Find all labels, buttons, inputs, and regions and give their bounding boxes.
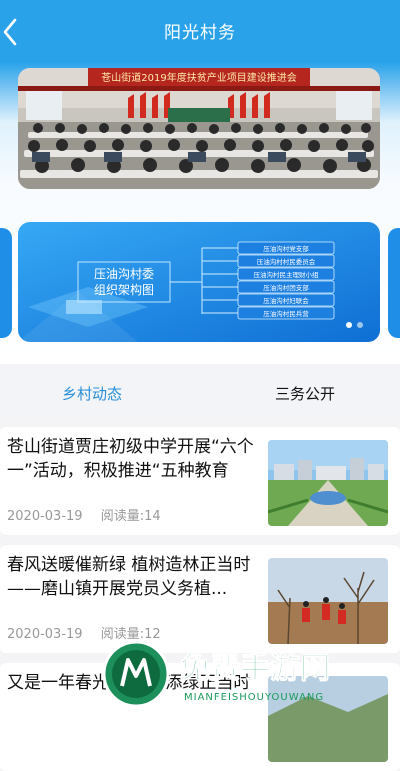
news-read-count: 阅读量:14 bbox=[100, 509, 161, 524]
news-thumbnail bbox=[268, 440, 388, 526]
org-chart-title-line2: 组织架构图 bbox=[94, 282, 154, 297]
news-title: 苍山街道贾庄初级中学开展“六个一”活动，积极推进“五种教育 bbox=[7, 437, 254, 481]
carousel-dot-active[interactable] bbox=[346, 322, 352, 328]
tab-three-affairs[interactable]: 三务公开 bbox=[275, 383, 335, 404]
org-branch-label: 压油沟村党支部 bbox=[263, 244, 309, 253]
meeting-photo: 苍山街道2019年度扶贫产业项目建设推进会 bbox=[18, 68, 380, 189]
tab-village-news[interactable]: 乡村动态 bbox=[62, 383, 122, 404]
carousel-dot[interactable] bbox=[357, 322, 363, 328]
watermark-subtext: MIANFEISHOUYOUWANG bbox=[184, 692, 324, 703]
carousel-prev-peek[interactable] bbox=[0, 228, 12, 338]
news-meta: 2020-03-19 阅读量:14 bbox=[7, 505, 161, 524]
watermark: 免费手游网 MIANFEISHOUYOUWANG bbox=[100, 638, 400, 711]
org-branch-label: 压油沟村团支部 bbox=[263, 283, 309, 292]
org-chart-graphic: 压油沟村委 组织架构图 压油沟村党支部 压油沟村村民委员会 压油沟村民主理财小组… bbox=[18, 222, 380, 342]
tab-bar: 乡村动态 三务公开 bbox=[0, 366, 400, 418]
news-date: 2020-03-19 bbox=[7, 627, 83, 642]
meeting-banner-text: 苍山街道2019年度扶贫产业项目建设推进会 bbox=[101, 71, 296, 84]
page-title: 阳光村务 bbox=[164, 23, 236, 43]
org-chart-card[interactable]: 压油沟村委 组织架构图 压油沟村党支部 压油沟村村民委员会 压油沟村民主理财小组… bbox=[18, 222, 380, 342]
city-square-photo-icon bbox=[268, 440, 388, 526]
news-list-item[interactable]: 春风送暖催新绿 植树造林正当时——磨山镇开展党员义务植... 2020-03-1… bbox=[0, 545, 400, 653]
news-date: 2020-03-19 bbox=[7, 509, 83, 524]
org-chart-title-line1: 压油沟村委 bbox=[94, 267, 154, 281]
news-title: 春风送暖催新绿 植树造林正当时——磨山镇开展党员义务植... bbox=[7, 555, 251, 599]
org-branch-label: 压油沟村妇联会 bbox=[263, 296, 309, 305]
app-header: 阳光村务 bbox=[0, 0, 400, 62]
watermark-logo-icon: 免费手游网 MIANFEISHOUYOUWANG bbox=[102, 640, 331, 708]
tree-planting-photo-icon bbox=[268, 558, 388, 644]
news-thumbnail bbox=[268, 558, 388, 644]
org-branch-label: 压油沟村民主理财小组 bbox=[254, 270, 320, 279]
news-list-item[interactable]: 苍山街道贾庄初级中学开展“六个一”活动，积极推进“五种教育 2020-03-19… bbox=[0, 427, 400, 535]
watermark-text: 免费手游网 bbox=[180, 651, 330, 686]
meeting-photo-card[interactable]: 苍山街道2019年度扶贫产业项目建设推进会 bbox=[18, 68, 380, 189]
org-branch-label: 压油沟村民兵营 bbox=[263, 309, 309, 318]
org-branch-label: 压油沟村村民委员会 bbox=[257, 257, 316, 266]
carousel-next-peek[interactable] bbox=[388, 228, 400, 338]
